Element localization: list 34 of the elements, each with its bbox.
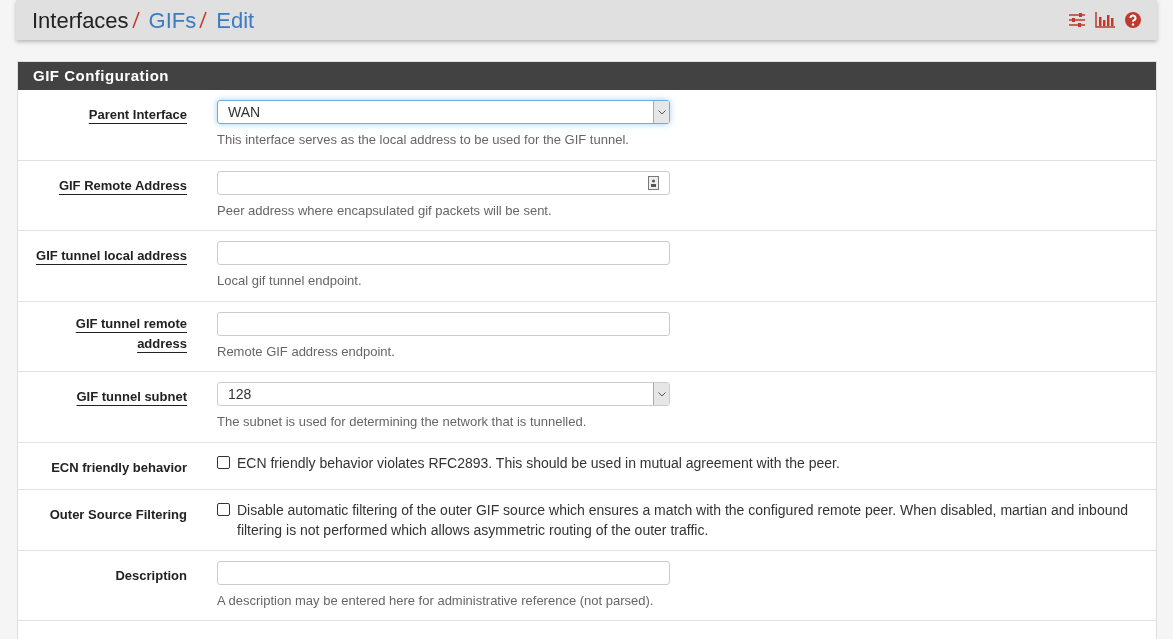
caret-icon — [653, 383, 669, 405]
field-label: Description — [115, 566, 187, 585]
help-text: The subnet is used for determining the network that is tunnelled. — [217, 413, 588, 431]
checkbox[interactable] — [217, 502, 230, 516]
panel-heading: GIF Configuration — [18, 62, 1156, 90]
checkbox-label: ECN friendly behavior violates RFC2893. This should be used in mutual agreement with the peer. — [237, 453, 840, 473]
slash-icon — [131, 11, 140, 29]
help-text: This interface serves as the local address to be used for the GIF tunnel. — [217, 131, 630, 149]
input-field[interactable] — [217, 170, 670, 195]
field-label[interactable]: GIF tunnel local address — [36, 246, 187, 266]
help-text: Peer address where encapsulated gif packets will be sent. — [217, 201, 553, 220]
help-text: Local gif tunnel endpoint. — [217, 272, 363, 290]
input-field[interactable] — [217, 560, 670, 585]
bar-chart-icon[interactable] — [1095, 12, 1115, 28]
slash-icon — [199, 11, 208, 29]
help-text: Remote GIF address endpoint. — [217, 342, 396, 361]
input-field[interactable] — [217, 241, 670, 265]
caret-icon — [653, 101, 669, 123]
dropdown-select[interactable]: WAN — [217, 100, 670, 124]
field-label[interactable]: GIF tunnel remote address — [31, 313, 187, 354]
sliders-icon[interactable] — [1069, 13, 1085, 27]
input-field[interactable] — [217, 311, 670, 336]
field-label: ECN friendly behavior — [51, 458, 187, 477]
help-icon[interactable] — [1125, 12, 1141, 28]
checkbox-label: Disable automatic filtering of the outer GIF source which ensures a match with the configured remote peer. When disabled, martian and inbound filtering is not performed which allows asymmetric routing of the outer traffic. — [237, 500, 1130, 540]
dropdown-select[interactable]: 128 — [217, 382, 670, 406]
contact-card-icon — [648, 175, 659, 190]
field-label[interactable]: Parent Interface — [88, 105, 187, 125]
field-label: Outer Source Filtering — [49, 505, 187, 524]
help-text: A description may be entered here for administrative reference (not parsed). — [217, 591, 655, 610]
checkbox[interactable] — [217, 455, 230, 469]
breadcrumb-title: Interfaces — [32, 6, 129, 35]
field-label[interactable]: GIF tunnel subnet — [76, 387, 187, 407]
field-label[interactable]: GIF Remote Address — [58, 175, 187, 196]
